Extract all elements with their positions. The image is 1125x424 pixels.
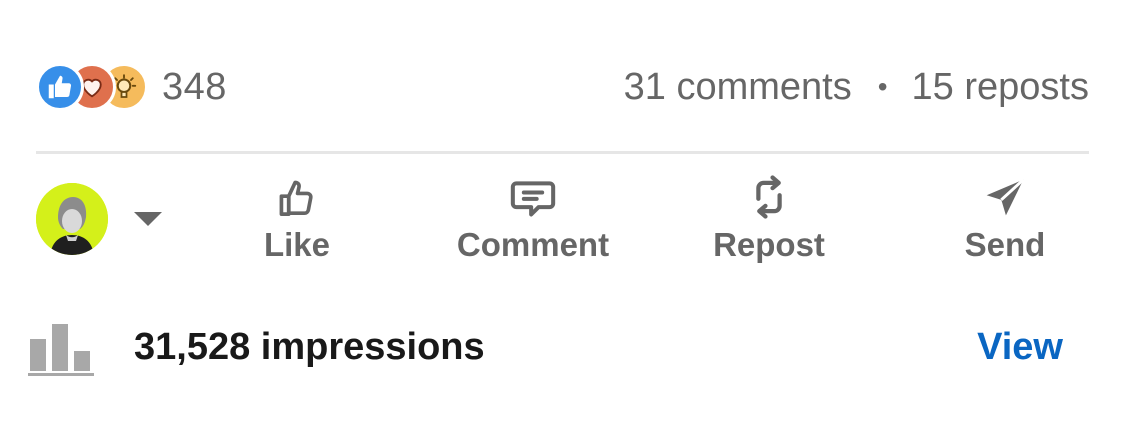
repost-icon [749,172,789,220]
chevron-down-icon [134,212,162,226]
actor-switcher-button[interactable] [36,183,162,255]
comment-label: Comment [456,226,610,263]
send-label: Send [964,226,1046,263]
send-icon [983,172,1027,220]
comments-count-link[interactable]: 31 comments [624,66,852,109]
comment-icon [509,172,557,220]
like-reaction-icon [36,63,84,111]
post-analytics-bar: 31,528 impressions View [28,312,1063,382]
view-analytics-link[interactable]: View [977,326,1063,369]
like-button[interactable]: Like [197,172,397,272]
send-button[interactable]: Send [905,172,1105,272]
repost-label: Repost [713,226,825,263]
repost-button[interactable]: Repost [669,172,869,272]
reactions-summary[interactable] [36,63,148,111]
reposts-count-link[interactable]: 15 reposts [912,66,1089,109]
separator-dot: • [877,71,888,102]
social-counts-bar: 348 31 comments • 15 reposts [36,58,1089,116]
analytics-chart-icon [28,324,94,376]
impressions-count: 31,528 impressions [134,325,485,368]
like-label: Like [263,226,331,263]
avatar [36,183,108,255]
reaction-count[interactable]: 348 [162,66,227,109]
comment-button[interactable]: Comment [433,172,633,272]
social-actions-bar: Like Comment Repost Send [36,172,1089,272]
divider [36,151,1089,154]
thumbs-up-icon [275,172,319,220]
